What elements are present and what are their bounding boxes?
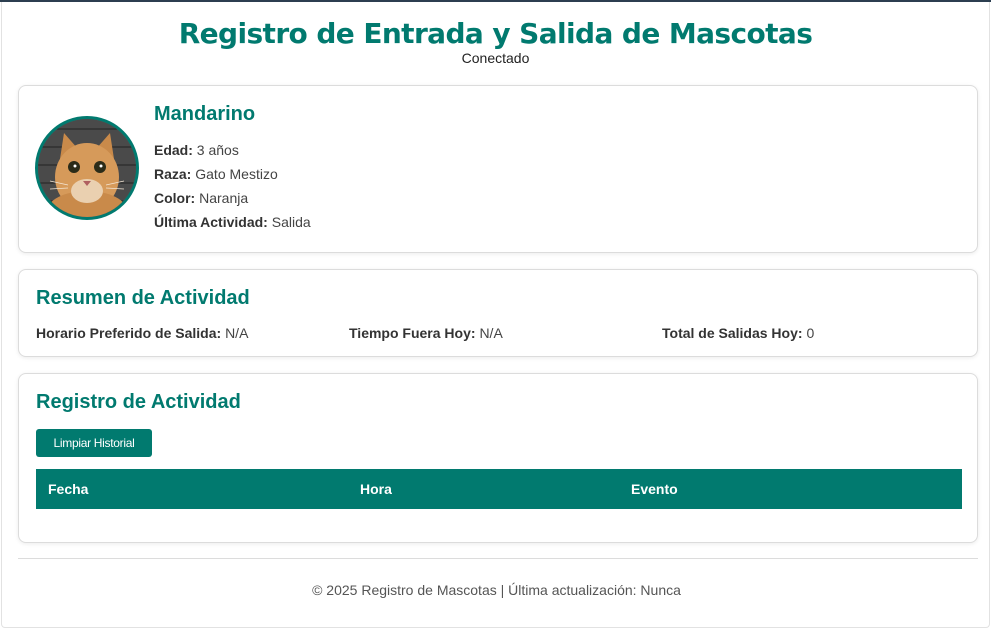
pet-last-activity-value: Salida (271, 214, 311, 230)
pet-avatar (35, 116, 139, 220)
pet-age-label: Edad: (154, 142, 193, 158)
page-header: Registro de Entrada y Salida de Mascotas… (2, 2, 989, 84)
clear-history-button[interactable]: Limpiar Historial (36, 429, 152, 457)
total-exits-today: Total de Salidas Hoy: 0 (662, 324, 814, 342)
pet-color-row: Color: Naranja (154, 186, 311, 210)
page-container: Registro de Entrada y Salida de Mascotas… (1, 2, 990, 628)
total-exits-today-label: Total de Salidas Hoy: (662, 325, 803, 341)
preferred-exit-time-label: Horario Preferido de Salida: (36, 325, 222, 341)
pet-last-activity-label: Última Actividad: (154, 214, 268, 230)
time-out-today-value: N/A (479, 325, 503, 341)
pet-info: Mandarino Edad: 3 años Raza: Gato Mestiz… (154, 102, 311, 234)
pet-breed-label: Raza: (154, 166, 192, 182)
column-header-time: Hora (360, 481, 392, 497)
activity-summary-card: Resumen de Actividad Horario Preferido d… (18, 269, 978, 357)
activity-log-card: Registro de Actividad Limpiar Historial … (18, 373, 978, 543)
summary-title: Resumen de Actividad (36, 287, 250, 309)
footer-divider (18, 558, 978, 559)
pet-color-value: Naranja (199, 190, 249, 206)
time-out-today: Tiempo Fuera Hoy: N/A (349, 324, 503, 342)
page-footer: © 2025 Registro de Mascotas | Última act… (312, 582, 681, 598)
column-header-date: Fecha (48, 481, 89, 497)
pet-breed-row: Raza: Gato Mestizo (154, 162, 311, 186)
column-header-event: Evento (631, 481, 678, 497)
page-title: Registro de Entrada y Salida de Mascotas (178, 17, 813, 50)
total-exits-today-value: 0 (806, 325, 815, 341)
log-title: Registro de Actividad (36, 391, 241, 413)
preferred-exit-time-value: N/A (225, 325, 249, 341)
pet-breed-value: Gato Mestizo (195, 166, 278, 182)
connection-status: Conectado (461, 50, 530, 66)
pet-age-value: 3 años (196, 142, 239, 158)
pet-name: Mandarino (154, 103, 256, 125)
time-out-today-label: Tiempo Fuera Hoy: (349, 325, 476, 341)
pet-age-row: Edad: 3 años (154, 138, 311, 162)
cat-photo-icon (38, 119, 136, 217)
pet-color-label: Color: (154, 190, 196, 206)
pet-profile-card: Mandarino Edad: 3 años Raza: Gato Mestiz… (18, 85, 978, 253)
preferred-exit-time: Horario Preferido de Salida: N/A (36, 324, 248, 342)
pet-last-activity-row: Última Actividad: Salida (154, 210, 311, 234)
activity-log-table: Fecha Hora Evento (36, 469, 962, 509)
